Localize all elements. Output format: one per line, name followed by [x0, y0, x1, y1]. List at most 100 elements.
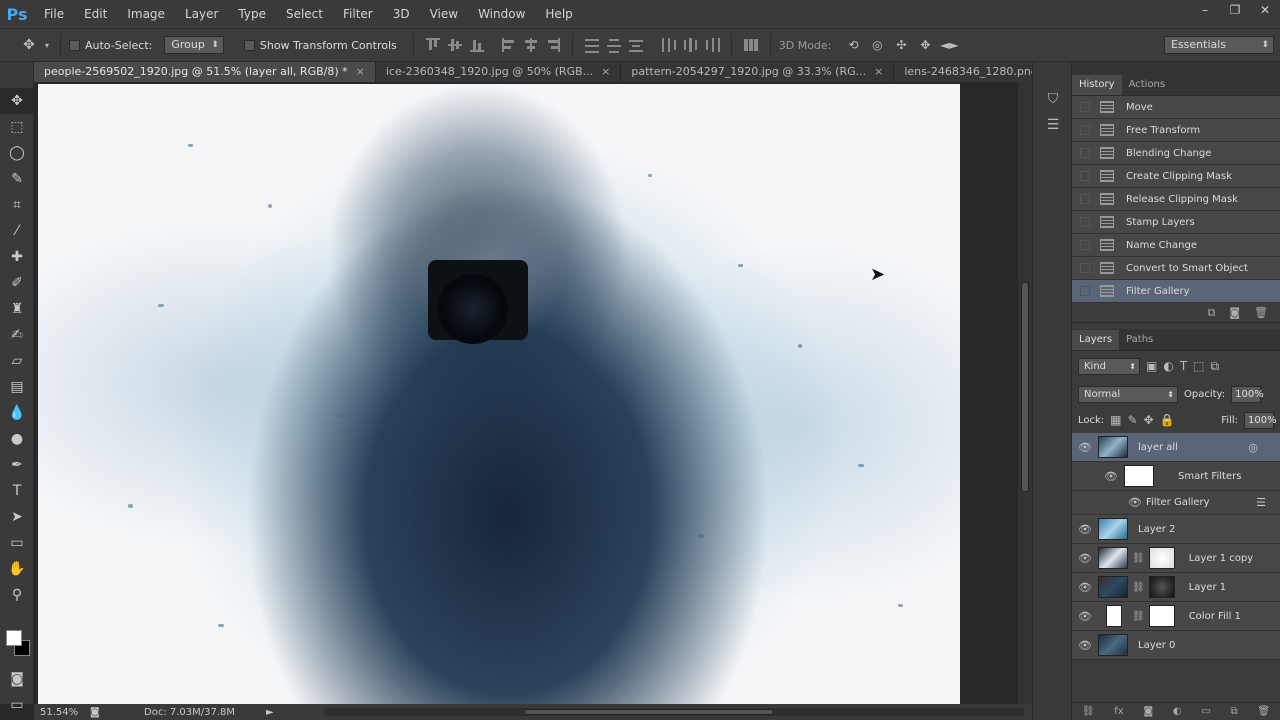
- dispersion-photo[interactable]: [38, 84, 960, 704]
- tab-pattern-document[interactable]: pattern-2054297_1920.jpg @ 33.3% (RG... ×: [621, 62, 895, 82]
- color-swatches[interactable]: [6, 630, 32, 660]
- history-item[interactable]: Stamp Layers: [1072, 211, 1280, 234]
- menu-edit[interactable]: Edit: [74, 0, 117, 28]
- tab-actions[interactable]: Actions: [1122, 75, 1173, 95]
- properties-panel-icon[interactable]: ☰: [1033, 112, 1073, 138]
- eyedropper-tool-icon[interactable]: ⁄: [0, 218, 34, 244]
- close-tab-icon[interactable]: ×: [874, 65, 883, 78]
- link-layers-icon[interactable]: ⛓: [1082, 706, 1095, 717]
- menu-select[interactable]: Select: [276, 0, 333, 28]
- close-tab-icon[interactable]: ×: [601, 65, 610, 78]
- layer-row-smart-filters[interactable]: 👁 Smart Filters: [1072, 462, 1280, 491]
- visibility-eye-icon[interactable]: 👁: [1072, 639, 1098, 652]
- lock-position-icon[interactable]: ✥: [1144, 413, 1154, 427]
- layer-style-icon[interactable]: fx: [1114, 706, 1123, 717]
- visibility-eye-icon[interactable]: 👁: [1098, 470, 1124, 483]
- align-right-icon[interactable]: [544, 36, 562, 54]
- history-item[interactable]: Blending Change: [1072, 142, 1280, 165]
- type-tool-icon[interactable]: T: [0, 478, 34, 504]
- marquee-tool-icon[interactable]: ⬚: [0, 114, 34, 140]
- zoom-tool-icon[interactable]: ⚲: [0, 582, 34, 608]
- scrollbar-thumb[interactable]: [524, 709, 774, 715]
- status-info-icon[interactable]: ◙: [90, 707, 104, 718]
- preset-dropdown-icon[interactable]: ▾: [42, 41, 52, 50]
- crop-tool-icon[interactable]: ⌗: [0, 192, 34, 218]
- layer-row-layer-2[interactable]: 👁 Layer 2: [1072, 515, 1280, 544]
- show-transform-checkbox[interactable]: [243, 39, 255, 51]
- 3d-roll-icon[interactable]: ◎: [865, 38, 889, 52]
- trash-icon[interactable]: 🗑: [1254, 306, 1268, 319]
- layer-row-layer-0[interactable]: 👁 Layer 0: [1072, 631, 1280, 660]
- visibility-eye-icon[interactable]: 👁: [1072, 552, 1098, 565]
- status-menu-icon[interactable]: ►: [266, 707, 274, 718]
- menu-help[interactable]: Help: [535, 0, 582, 28]
- filter-smart-object-icon[interactable]: ⧉: [1211, 359, 1220, 374]
- workspace-dropdown[interactable]: Essentials: [1164, 36, 1274, 54]
- 3d-rotate-icon[interactable]: ⟲: [841, 38, 865, 52]
- tab-paths[interactable]: Paths: [1119, 330, 1160, 350]
- move-tool-preset-icon[interactable]: ✥: [16, 37, 42, 53]
- 3d-slide-icon[interactable]: ✥: [913, 38, 937, 52]
- rectangle-tool-icon[interactable]: ▭: [0, 530, 34, 556]
- new-layer-icon[interactable]: ⧉: [1231, 706, 1238, 717]
- history-item[interactable]: Name Change: [1072, 234, 1280, 257]
- blend-mode-dropdown[interactable]: Normal: [1078, 385, 1178, 403]
- delete-layer-icon[interactable]: 🗑: [1257, 706, 1270, 717]
- path-selection-tool-icon[interactable]: ➤: [0, 504, 34, 530]
- align-bottom-icon[interactable]: [468, 36, 486, 54]
- history-item[interactable]: Convert to Smart Object: [1072, 257, 1280, 280]
- adjustment-layer-icon[interactable]: ◐: [1173, 706, 1182, 717]
- add-mask-icon[interactable]: ◙: [1143, 706, 1153, 717]
- hand-tool-icon[interactable]: ✋: [0, 556, 34, 582]
- kind-filter-dropdown[interactable]: Kind: [1078, 357, 1140, 375]
- blur-tool-icon[interactable]: 💧: [0, 400, 34, 426]
- lock-transparent-icon[interactable]: ▦: [1110, 413, 1121, 427]
- visibility-eye-icon[interactable]: 👁: [1128, 496, 1142, 509]
- visibility-eye-icon[interactable]: 👁: [1072, 610, 1098, 623]
- layer-row-layer-1-copy[interactable]: 👁 ⛓ Layer 1 copy: [1072, 544, 1280, 573]
- history-item[interactable]: Create Clipping Mask: [1072, 165, 1280, 188]
- eraser-tool-icon[interactable]: ▱: [0, 348, 34, 374]
- align-vcenter-icon[interactable]: [446, 36, 464, 54]
- document-canvas[interactable]: ➤: [34, 82, 1018, 704]
- zoom-level[interactable]: 51.54%: [40, 707, 90, 718]
- layer-row-color-fill-1[interactable]: 👁 ⛓ Color Fill 1: [1072, 602, 1280, 631]
- layer-row-layer-1[interactable]: 👁 ⛓ Layer 1: [1072, 573, 1280, 602]
- foreground-color-swatch[interactable]: [6, 630, 22, 646]
- move-tool-icon[interactable]: ✥: [0, 88, 34, 114]
- layer-row-filter-gallery[interactable]: 👁 Filter Gallery ☰: [1072, 491, 1280, 515]
- new-document-from-state-icon[interactable]: ⧉: [1207, 306, 1215, 320]
- history-item-selected[interactable]: Filter Gallery: [1072, 280, 1280, 303]
- distribute-right-icon[interactable]: [703, 36, 721, 54]
- filter-adjustment-icon[interactable]: ◐: [1163, 359, 1173, 373]
- distribute-bottom-icon[interactable]: [627, 36, 645, 54]
- lock-all-icon[interactable]: 🔒: [1160, 413, 1175, 427]
- history-panel-icon[interactable]: ⛉: [1033, 86, 1073, 112]
- tab-people-document[interactable]: people-2569502_1920.jpg @ 51.5% (layer a…: [34, 62, 376, 82]
- align-top-icon[interactable]: [424, 36, 442, 54]
- visibility-eye-icon[interactable]: 👁: [1072, 441, 1098, 454]
- distribute-vcenter-icon[interactable]: [605, 36, 623, 54]
- snapshot-icon[interactable]: ◙: [1229, 306, 1240, 319]
- 3d-scale-icon[interactable]: ◄►: [937, 38, 961, 52]
- history-item[interactable]: Release Clipping Mask: [1072, 188, 1280, 211]
- minimize-button[interactable]: –: [1190, 0, 1220, 20]
- align-hcenter-icon[interactable]: [522, 36, 540, 54]
- distribute-hcenter-icon[interactable]: [681, 36, 699, 54]
- distribute-top-icon[interactable]: [583, 36, 601, 54]
- restore-button[interactable]: ❐: [1220, 0, 1250, 20]
- quick-mask-icon[interactable]: ◙: [0, 666, 34, 692]
- history-brush-tool-icon[interactable]: ✍: [0, 322, 34, 348]
- fill-input[interactable]: 100%: [1244, 411, 1277, 429]
- menu-view[interactable]: View: [420, 0, 468, 28]
- layer-mask-thumbnail[interactable]: [1148, 547, 1175, 569]
- healing-brush-tool-icon[interactable]: ✚: [0, 244, 34, 270]
- opacity-input[interactable]: 100%: [1231, 385, 1264, 403]
- tab-history[interactable]: History: [1072, 75, 1122, 95]
- pen-tool-icon[interactable]: ✒: [0, 452, 34, 478]
- auto-select-checkbox[interactable]: [69, 39, 80, 51]
- menu-type[interactable]: Type: [228, 0, 276, 28]
- screen-mode-icon[interactable]: ▭: [0, 692, 34, 718]
- clone-stamp-tool-icon[interactable]: ♜: [0, 296, 34, 322]
- menu-image[interactable]: Image: [117, 0, 175, 28]
